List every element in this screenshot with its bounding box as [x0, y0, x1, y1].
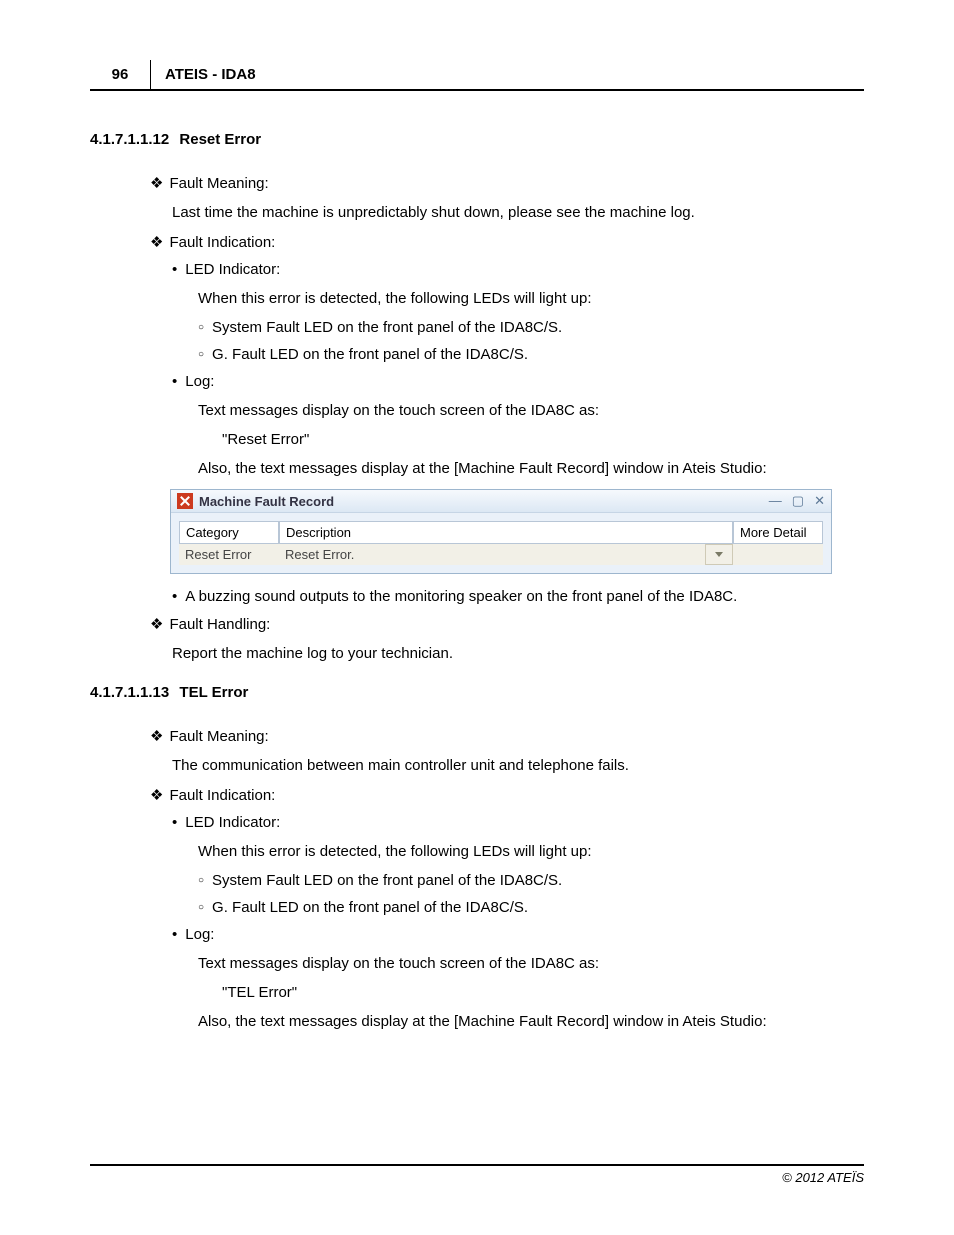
fault-meaning-label: Fault Meaning:: [150, 174, 864, 192]
log-quote: "TEL Error": [222, 984, 864, 1001]
log-label: Log:: [172, 926, 864, 943]
app-icon: [177, 493, 193, 509]
page-header: 96 ATEIS - IDA8: [90, 60, 864, 91]
close-icon[interactable]: ✕: [814, 493, 825, 509]
led-item: System Fault LED on the front panel of t…: [198, 872, 864, 889]
fault-meaning-text: Last time the machine is unpredictably s…: [172, 202, 864, 223]
log-text: Also, the text messages display at the […: [198, 1011, 864, 1032]
section-title: TEL Error: [179, 684, 248, 701]
section-title: Reset Error: [179, 131, 261, 148]
page-footer: © 2012 ATEÏS: [90, 1164, 864, 1185]
fault-handling-label: Fault Handling:: [150, 615, 864, 633]
page-number: 96: [90, 60, 151, 89]
table-row: Reset Error Reset Error.: [179, 544, 823, 565]
col-more-detail: More Detail: [733, 521, 823, 544]
led-item: G. Fault LED on the front panel of the I…: [198, 346, 864, 363]
log-text: Text messages display on the touch scree…: [198, 953, 864, 974]
window-title: Machine Fault Record: [199, 494, 769, 509]
fault-meaning-text: The communication between main controlle…: [172, 755, 864, 776]
log-text: Also, the text messages display at the […: [198, 458, 864, 479]
log-quote: "Reset Error": [222, 431, 864, 448]
doc-title: ATEIS - IDA8: [151, 60, 270, 89]
maximize-icon[interactable]: ▢: [792, 493, 804, 509]
window-titlebar: Machine Fault Record — ▢ ✕: [171, 490, 831, 513]
cell-category: Reset Error: [179, 544, 279, 565]
cell-description: Reset Error.: [279, 544, 705, 565]
cell-more-detail: [733, 544, 823, 565]
fault-handling-text: Report the machine log to your technicia…: [172, 643, 864, 664]
fault-meaning-label: Fault Meaning:: [150, 727, 864, 745]
buzz-text: A buzzing sound outputs to the monitorin…: [172, 588, 864, 605]
fault-indication-label: Fault Indication:: [150, 786, 864, 804]
fault-indication-label: Fault Indication:: [150, 233, 864, 251]
section-number: 4.1.7.1.1.13: [90, 684, 169, 701]
section-heading: 4.1.7.1.1.13 TEL Error: [90, 684, 864, 701]
minimize-icon[interactable]: —: [769, 493, 782, 509]
table-header: Category Description More Detail: [179, 521, 823, 544]
led-item: G. Fault LED on the front panel of the I…: [198, 899, 864, 916]
col-description: Description: [279, 521, 733, 544]
led-indicator-label: LED Indicator:: [172, 261, 864, 278]
dropdown-button[interactable]: [705, 544, 733, 565]
led-intro: When this error is detected, the followi…: [198, 841, 864, 862]
log-text: Text messages display on the touch scree…: [198, 400, 864, 421]
section-number: 4.1.7.1.1.12: [90, 131, 169, 148]
led-intro: When this error is detected, the followi…: [198, 288, 864, 309]
led-indicator-label: LED Indicator:: [172, 814, 864, 831]
section-heading: 4.1.7.1.1.12 Reset Error: [90, 131, 864, 148]
col-category: Category: [179, 521, 279, 544]
log-label: Log:: [172, 373, 864, 390]
machine-fault-record-window: Machine Fault Record — ▢ ✕ Category Desc…: [170, 489, 832, 574]
chevron-down-icon: [715, 552, 723, 557]
led-item: System Fault LED on the front panel of t…: [198, 319, 864, 336]
